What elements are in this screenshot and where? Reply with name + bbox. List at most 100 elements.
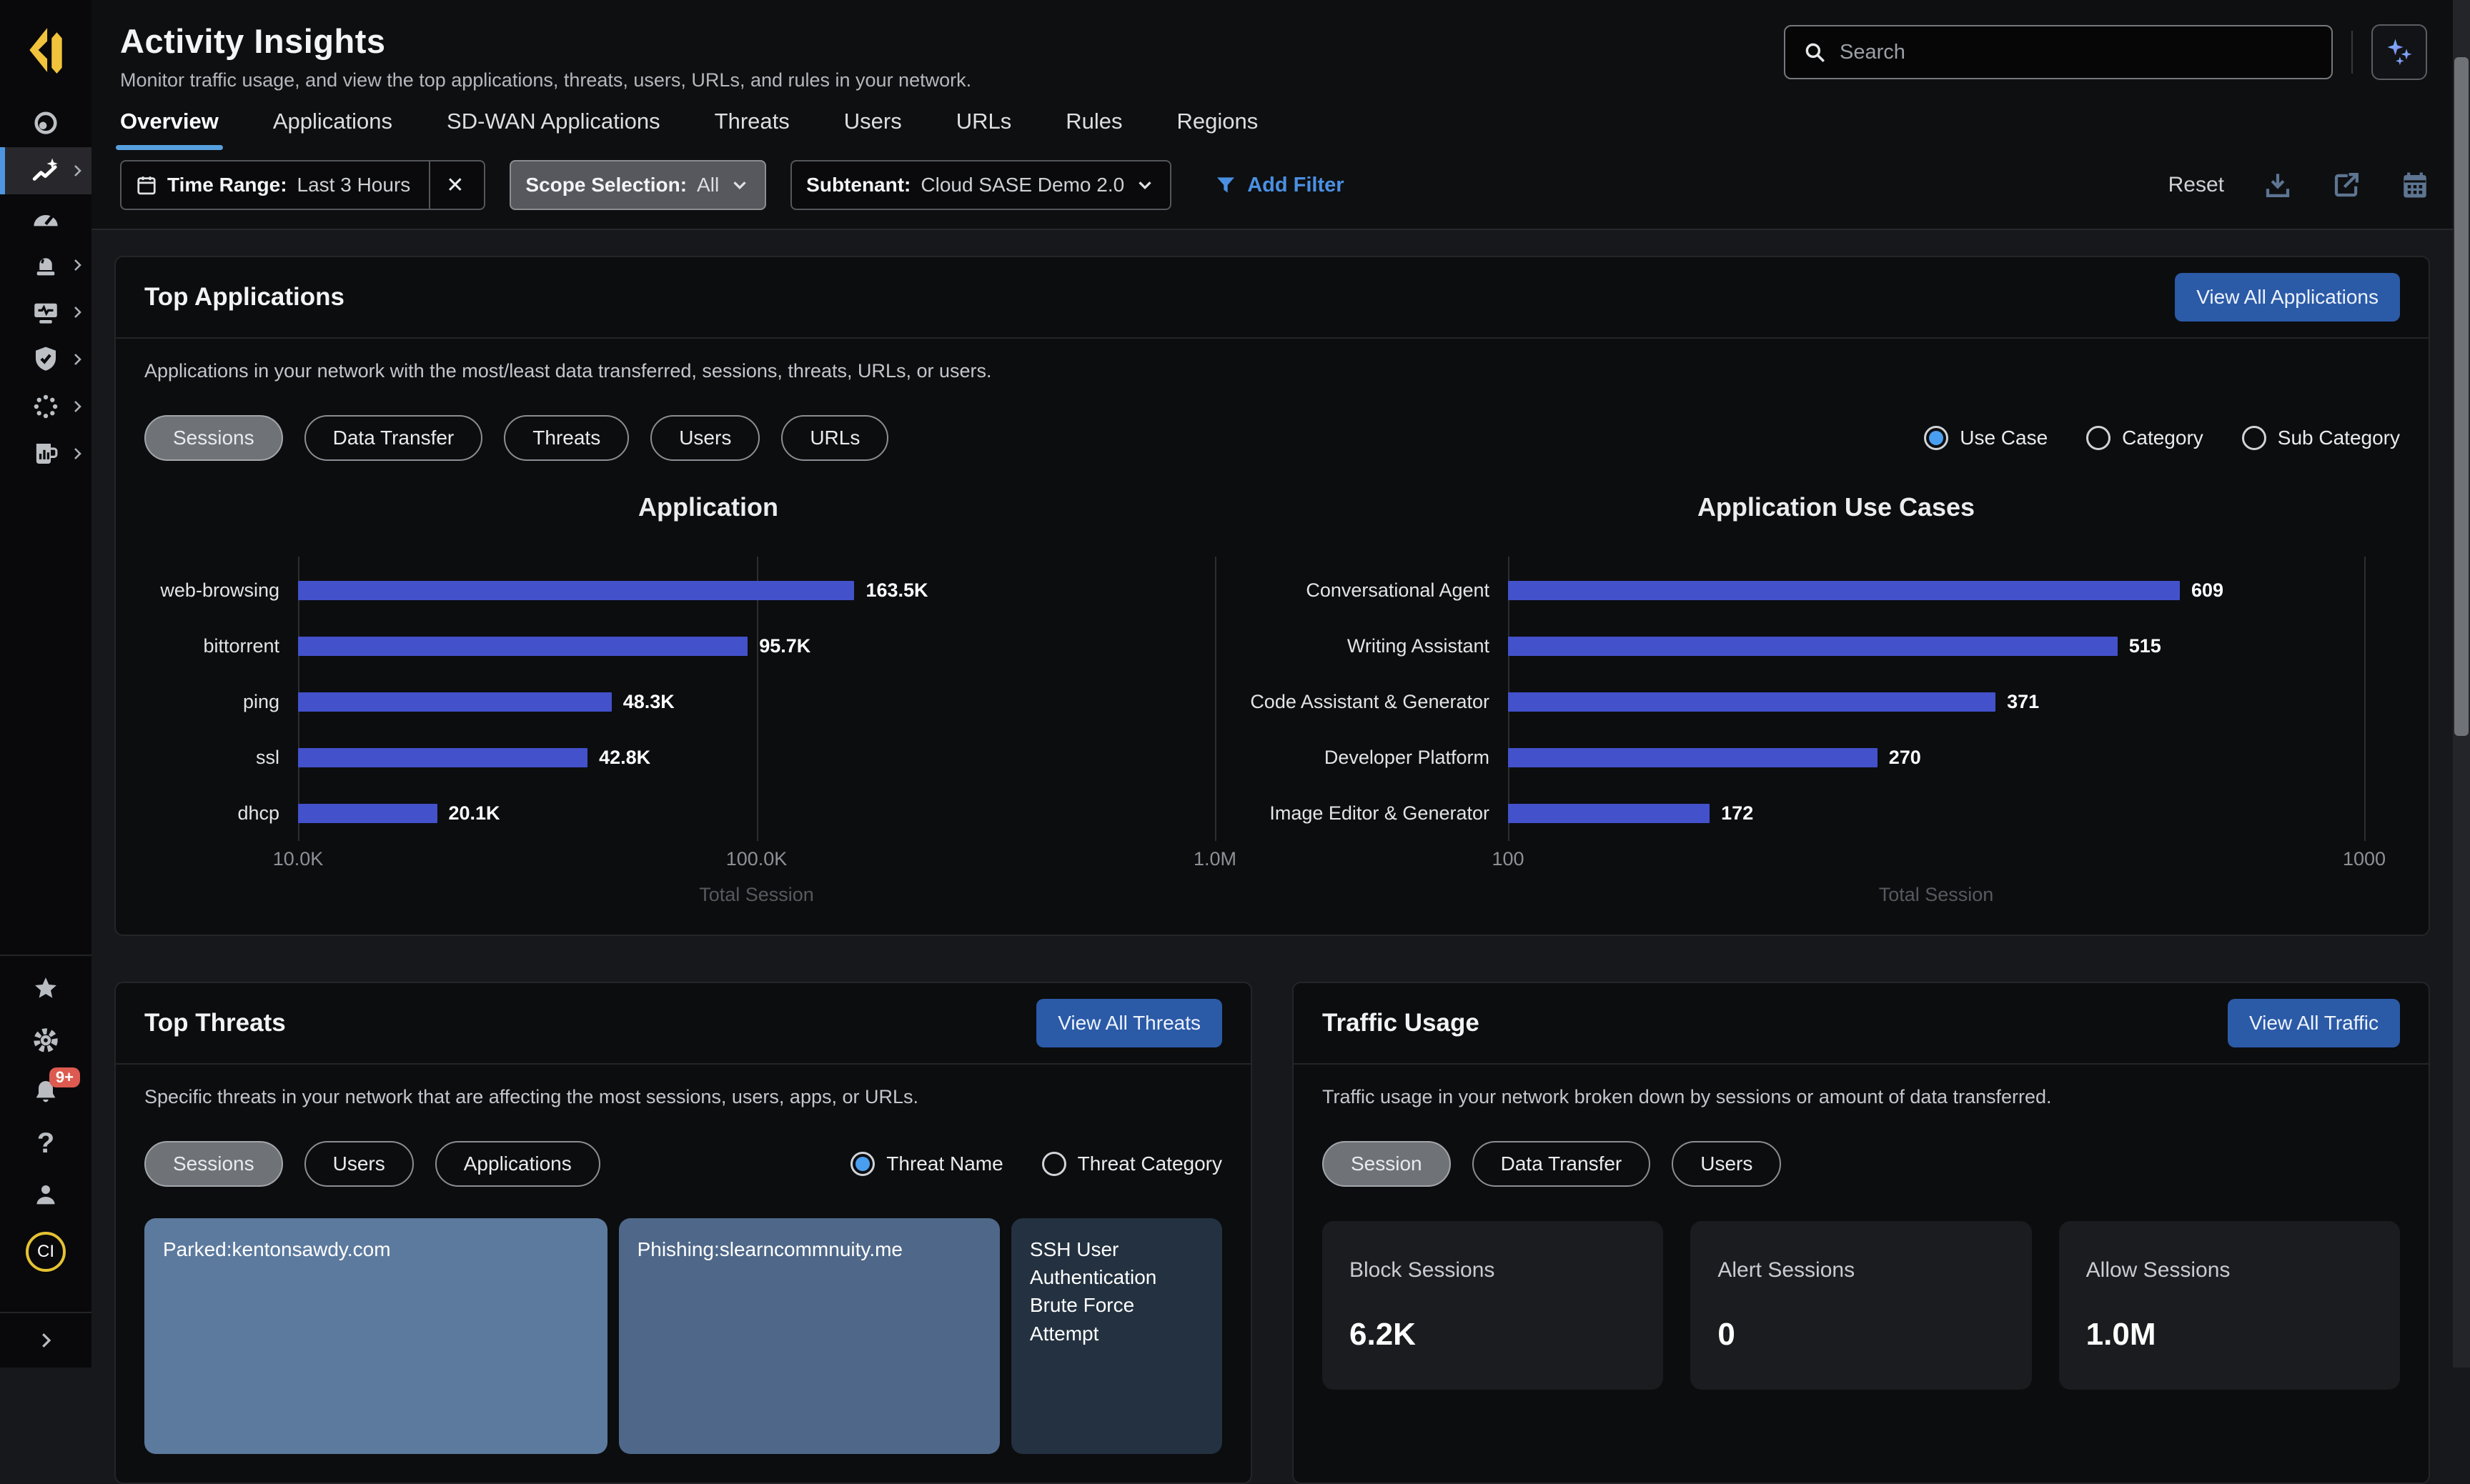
stat-card-allow-sessions[interactable]: Allow Sessions 1.0M bbox=[2059, 1221, 2400, 1390]
x-axis-label: Total Session bbox=[1508, 884, 2364, 906]
bar[interactable] bbox=[1508, 692, 1995, 712]
radio-option-threat-name[interactable]: Threat Name bbox=[850, 1152, 1003, 1176]
download-icon[interactable] bbox=[2263, 170, 2293, 200]
traffic-stats: Block Sessions 6.2K Alert Sessions 0 All… bbox=[1322, 1221, 2400, 1390]
metric-pill-data-transfer[interactable]: Data Transfer bbox=[1472, 1141, 1651, 1187]
bar-value-label: 172 bbox=[1721, 802, 1753, 825]
metric-pill-applications[interactable]: Applications bbox=[435, 1141, 600, 1187]
application-chart: Application web-browsingbittorrentpingss… bbox=[144, 481, 1272, 906]
sidebar-item-network-monitor[interactable] bbox=[0, 289, 91, 336]
metric-pill-data-transfer[interactable]: Data Transfer bbox=[304, 415, 483, 461]
subtenant-filter-chip[interactable]: Subtenant: Cloud SASE Demo 2.0 bbox=[790, 160, 1171, 210]
tab-rules[interactable]: Rules bbox=[1066, 109, 1122, 150]
reset-button[interactable]: Reset bbox=[2168, 173, 2224, 197]
view-all-threats-button[interactable]: View All Threats bbox=[1036, 999, 1222, 1047]
close-icon[interactable]: ✕ bbox=[440, 173, 470, 198]
ai-sparkles-icon bbox=[2384, 36, 2415, 68]
help-icon[interactable]: ? bbox=[37, 1129, 54, 1157]
metric-pill-users[interactable]: Users bbox=[650, 415, 760, 461]
bar[interactable] bbox=[298, 692, 612, 712]
chevron-right-icon bbox=[69, 304, 86, 321]
sidebar-item-reports[interactable] bbox=[0, 430, 91, 477]
sidebar-item-command-center[interactable] bbox=[0, 100, 91, 147]
threat-card-parked-kentonsawdy-com[interactable]: Parked:kentonsawdy.com bbox=[144, 1218, 607, 1454]
tab-sd-wan-applications[interactable]: SD-WAN Applications bbox=[447, 109, 660, 150]
metric-pill-threats[interactable]: Threats bbox=[504, 415, 629, 461]
metric-pill-session[interactable]: Session bbox=[1322, 1141, 1451, 1187]
radio-icon bbox=[1042, 1152, 1066, 1176]
page-scrollbar[interactable] bbox=[2453, 0, 2470, 1368]
schedule-calendar-icon[interactable] bbox=[2400, 170, 2430, 200]
radio-option-threat-category[interactable]: Threat Category bbox=[1042, 1152, 1222, 1176]
threat-card-phishing-slearncommnuity-me[interactable]: Phishing:slearncommnuity.me bbox=[619, 1218, 1000, 1454]
bar-row: 609 bbox=[1508, 562, 2364, 618]
radio-option-sub-category[interactable]: Sub Category bbox=[2242, 426, 2400, 450]
bar-value-label: 48.3K bbox=[623, 691, 675, 713]
x-axis-tick: 1000 bbox=[2343, 848, 2386, 870]
category-label: Conversational Agent bbox=[1272, 562, 1508, 618]
chevron-down-icon bbox=[1134, 174, 1156, 196]
view-all-traffic-button[interactable]: View All Traffic bbox=[2228, 999, 2400, 1047]
tab-overview[interactable]: Overview bbox=[120, 109, 219, 150]
favorites-star-icon[interactable] bbox=[31, 975, 60, 1003]
scope-selection-filter-chip[interactable]: Scope Selection: All bbox=[510, 160, 766, 210]
scrollbar-thumb[interactable] bbox=[2454, 57, 2469, 736]
tab-users[interactable]: Users bbox=[844, 109, 902, 150]
chevron-right-icon bbox=[69, 445, 86, 462]
metric-pill-users[interactable]: Users bbox=[1672, 1141, 1781, 1187]
calendar-icon bbox=[136, 174, 157, 196]
sidebar-expand-button[interactable] bbox=[0, 1312, 91, 1368]
x-axis-tick: 100.0K bbox=[726, 848, 788, 870]
bar-row: 42.8K bbox=[298, 729, 1215, 785]
tab-bar: Overview Applications SD-WAN Applications T… bbox=[91, 97, 2453, 150]
metric-pill-urls[interactable]: URLs bbox=[781, 415, 888, 461]
tab-threats[interactable]: Threats bbox=[715, 109, 790, 150]
bar[interactable] bbox=[298, 581, 854, 600]
bar[interactable] bbox=[1508, 637, 2118, 656]
chart-title: Application bbox=[144, 492, 1272, 522]
bar[interactable] bbox=[1508, 581, 2180, 600]
chevron-right-icon bbox=[69, 162, 86, 179]
bar[interactable] bbox=[298, 637, 748, 656]
radio-option-use-case[interactable]: Use Case bbox=[1924, 426, 2048, 450]
stat-card-alert-sessions[interactable]: Alert Sessions 0 bbox=[1690, 1221, 2031, 1390]
card-description: Specific threats in your network that ar… bbox=[144, 1086, 1222, 1108]
stat-card-block-sessions[interactable]: Block Sessions 6.2K bbox=[1322, 1221, 1663, 1390]
view-all-applications-button[interactable]: View All Applications bbox=[2175, 273, 2400, 322]
time-range-filter-chip[interactable]: Time Range: Last 3 Hours ✕ bbox=[120, 160, 485, 210]
user-profile-icon[interactable] bbox=[31, 1180, 60, 1209]
filter-bar: Time Range: Last 3 Hours ✕ Scope Selecti… bbox=[91, 150, 2453, 230]
search-input[interactable] bbox=[1840, 41, 2314, 64]
add-filter-button[interactable]: Add Filter bbox=[1214, 174, 1344, 197]
bar[interactable] bbox=[1508, 804, 1710, 823]
tenant-avatar[interactable]: CI bbox=[26, 1232, 66, 1272]
sidebar-item-dashboards[interactable] bbox=[0, 194, 91, 241]
bar[interactable] bbox=[298, 748, 587, 767]
bar[interactable] bbox=[298, 804, 437, 823]
metric-pill-sessions[interactable]: Sessions bbox=[144, 1141, 283, 1187]
app-logo[interactable] bbox=[0, 0, 91, 100]
sidebar-item-incidents-alerts[interactable] bbox=[0, 241, 91, 289]
ai-copilot-button[interactable] bbox=[2371, 24, 2427, 80]
threat-card-ssh-user-authentication-brute-force-attempt[interactable]: SSH User Authentication Brute Force Atte… bbox=[1011, 1218, 1222, 1454]
settings-gear-icon[interactable] bbox=[31, 1026, 60, 1055]
metric-pill-sessions[interactable]: Sessions bbox=[144, 415, 283, 461]
stat-value: 1.0M bbox=[2086, 1317, 2373, 1353]
sidebar-item-activity-insights[interactable] bbox=[0, 147, 91, 194]
sidebar-item-security-services[interactable] bbox=[0, 336, 91, 383]
tab-applications[interactable]: Applications bbox=[273, 109, 392, 150]
bar[interactable] bbox=[1508, 748, 1878, 767]
notifications-bell-icon[interactable]: 9+ bbox=[31, 1077, 60, 1106]
main-area: Activity Insights Monitor traffic usage,… bbox=[91, 0, 2453, 1368]
search-box[interactable] bbox=[1784, 25, 2333, 79]
tab-urls[interactable]: URLs bbox=[956, 109, 1012, 150]
chevron-down-icon bbox=[729, 174, 750, 196]
bar-row: 172 bbox=[1508, 785, 2364, 841]
bar-value-label: 95.7K bbox=[759, 635, 810, 657]
share-icon[interactable] bbox=[2331, 170, 2361, 200]
prisma-logo-icon bbox=[28, 26, 64, 74]
tab-regions[interactable]: Regions bbox=[1177, 109, 1259, 150]
metric-pill-users[interactable]: Users bbox=[304, 1141, 414, 1187]
radio-option-category[interactable]: Category bbox=[2086, 426, 2203, 450]
sidebar-item-workflows[interactable] bbox=[0, 383, 91, 430]
